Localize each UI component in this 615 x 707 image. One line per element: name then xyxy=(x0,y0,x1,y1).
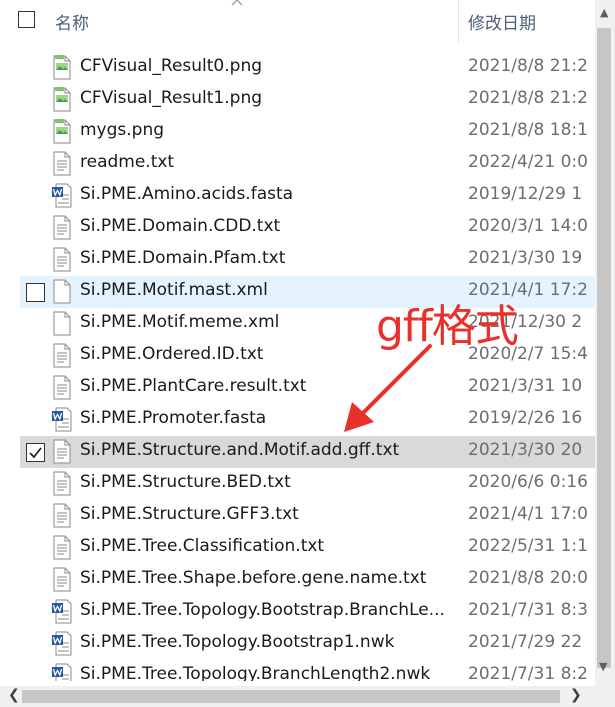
word-file-icon xyxy=(52,631,72,656)
file-name: CFVisual_Result0.png xyxy=(80,56,263,76)
horizontal-scrollbar[interactable]: ❮ ❯ xyxy=(0,686,595,707)
file-name: Si.PME.Structure.BED.txt xyxy=(80,472,291,492)
file-date-modified: 2021/8/8 21:2 xyxy=(468,56,588,76)
file-name: Si.PME.Structure.GFF3.txt xyxy=(80,504,299,524)
scroll-up-icon[interactable]: ▲ xyxy=(600,6,608,19)
file-row[interactable]: Si.PME.Tree.Classification.txt 2022/5/31 … xyxy=(20,532,595,564)
file-name: Si.PME.Tree.Shape.before.gene.name.txt xyxy=(80,568,427,588)
file-date-modified: 2021/7/31 8:3 xyxy=(468,600,588,620)
word-file-icon xyxy=(52,183,72,208)
word-file-icon xyxy=(52,599,72,624)
file-name: Si.PME.Amino.acids.fasta xyxy=(80,184,294,204)
blank-file-icon xyxy=(52,279,72,304)
image-file-icon xyxy=(52,55,72,80)
file-date-modified: 2021/7/29 22 xyxy=(468,632,583,652)
file-row[interactable]: CFVisual_Result0.png 2021/8/8 21:2 xyxy=(20,52,595,84)
vertical-scroll-thumb[interactable] xyxy=(597,28,611,668)
word-file-icon xyxy=(52,663,72,681)
file-row[interactable]: CFVisual_Result1.png 2021/8/8 21:2 xyxy=(20,84,595,116)
file-date-modified: 2019/12/29 1 xyxy=(468,184,583,204)
text-file-icon xyxy=(52,567,72,592)
file-row[interactable]: Si.PME.Structure.GFF3.txt 2021/4/1 17:0 xyxy=(20,500,595,532)
file-date-modified: 2021/4/1 17:0 xyxy=(468,504,588,524)
text-file-icon xyxy=(52,503,72,528)
file-date-modified: 2021/8/8 18:1 xyxy=(468,120,588,140)
file-name: Si.PME.Tree.Classification.txt xyxy=(80,536,325,556)
file-row[interactable]: Si.PME.Promoter.fasta 2019/2/26 16 xyxy=(20,404,595,436)
file-row[interactable]: Si.PME.Structure.BED.txt 2020/6/6 0:16 xyxy=(20,468,595,500)
file-name: Si.PME.Motif.meme.xml xyxy=(80,312,280,332)
file-date-modified: 2020/3/1 14:0 xyxy=(468,216,588,236)
file-row[interactable]: Si.PME.Structure.and.Motif.add.gff.txt 20… xyxy=(20,436,595,468)
image-file-icon xyxy=(52,119,72,144)
file-name: Si.PME.Tree.Topology.Bootstrap.BranchLe.… xyxy=(80,600,445,620)
file-date-modified: 2020/6/6 0:16 xyxy=(468,472,588,492)
file-date-modified: 2021/7/31 8:2 xyxy=(468,664,588,681)
file-date-modified: 2021/3/31 10 xyxy=(468,376,583,396)
text-file-icon xyxy=(52,151,72,176)
file-name: mygs.png xyxy=(80,120,165,140)
blank-file-icon xyxy=(52,311,72,336)
file-date-modified: 2021/3/30 20 xyxy=(468,440,583,460)
scroll-left-icon[interactable]: ❮ xyxy=(8,687,20,703)
row-checkbox[interactable] xyxy=(26,443,45,462)
file-row[interactable]: Si.PME.Tree.Topology.Bootstrap1.nwk 2021/… xyxy=(20,628,595,660)
column-header: 名称 修改日期 xyxy=(0,0,595,42)
file-date-modified: 2021/3/30 19 xyxy=(468,248,583,268)
file-row[interactable]: Si.PME.Tree.Topology.BranchLength2.nwk 20… xyxy=(20,660,595,681)
text-file-icon xyxy=(52,343,72,368)
file-name: Si.PME.Tree.Topology.BranchLength2.nwk xyxy=(80,664,431,681)
file-row[interactable]: Si.PME.PlantCare.result.txt 2021/3/31 10 xyxy=(20,372,595,404)
file-name: Si.PME.Motif.mast.xml xyxy=(80,280,268,300)
row-checkbox[interactable] xyxy=(26,283,45,302)
file-name: Si.PME.Tree.Topology.Bootstrap1.nwk xyxy=(80,632,395,652)
file-row[interactable]: Si.PME.Tree.Shape.before.gene.name.txt 20… xyxy=(20,564,595,596)
file-row[interactable]: mygs.png 2021/8/8 18:1 xyxy=(20,116,595,148)
scroll-right-icon[interactable]: ❯ xyxy=(570,687,582,703)
select-all-checkbox[interactable] xyxy=(18,11,35,28)
file-name: Si.PME.Ordered.ID.txt xyxy=(80,344,264,364)
scroll-down-icon[interactable]: ▼ xyxy=(599,660,607,673)
image-file-icon xyxy=(52,87,72,112)
file-name: Si.PME.Domain.Pfam.txt xyxy=(80,248,286,268)
file-name: CFVisual_Result1.png xyxy=(80,88,263,108)
file-date-modified: 2022/4/21 0:0 xyxy=(468,152,588,172)
checkmark-icon xyxy=(29,447,42,459)
file-row[interactable]: readme.txt 2022/4/21 0:0 xyxy=(20,148,595,180)
file-row[interactable]: Si.PME.Domain.CDD.txt 2020/3/1 14:0 xyxy=(20,212,595,244)
file-date-modified: 2019/2/26 16 xyxy=(468,408,583,428)
file-name: Si.PME.Domain.CDD.txt xyxy=(80,216,281,236)
file-name: Si.PME.PlantCare.result.txt xyxy=(80,376,307,396)
text-file-icon xyxy=(52,375,72,400)
text-file-icon xyxy=(52,439,72,464)
file-row[interactable]: Si.PME.Amino.acids.fasta 2019/12/29 1 xyxy=(20,180,595,212)
column-divider[interactable] xyxy=(458,0,459,42)
scrollbar-corner xyxy=(595,686,615,707)
text-file-icon xyxy=(52,215,72,240)
file-list: CFVisual_Result0.png 2021/8/8 21:2 CFVisua… xyxy=(0,52,595,681)
text-file-icon xyxy=(52,247,72,272)
file-date-modified: 2021/8/8 20:0 xyxy=(468,568,588,588)
annotation-arrow-icon xyxy=(344,344,432,432)
date-modified-column-header[interactable]: 修改日期 xyxy=(468,9,536,34)
file-row[interactable]: Si.PME.Domain.Pfam.txt 2021/3/30 19 xyxy=(20,244,595,276)
horizontal-scroll-thumb[interactable] xyxy=(22,690,560,703)
word-file-icon xyxy=(52,407,72,432)
file-date-modified: 2022/5/31 1:1 xyxy=(468,536,588,556)
file-name: readme.txt xyxy=(80,152,175,172)
name-column-header[interactable]: 名称 xyxy=(55,9,89,34)
file-name: Si.PME.Promoter.fasta xyxy=(80,408,267,428)
file-date-modified: 2021/8/8 21:2 xyxy=(468,88,588,108)
text-file-icon xyxy=(52,535,72,560)
sort-ascending-icon xyxy=(231,0,243,6)
file-name: Si.PME.Structure.and.Motif.add.gff.txt xyxy=(80,440,400,460)
text-file-icon xyxy=(52,471,72,496)
file-row[interactable]: Si.PME.Tree.Topology.Bootstrap.BranchLe.… xyxy=(20,596,595,628)
